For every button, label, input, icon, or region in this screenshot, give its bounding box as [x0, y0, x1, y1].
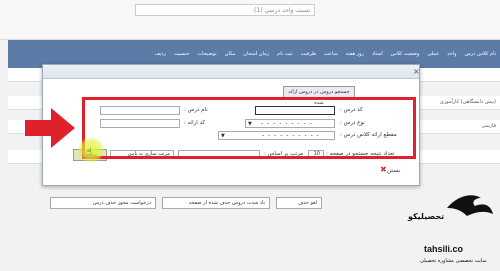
grid-header-cell: مکان — [224, 51, 236, 57]
logo-bird-icon — [447, 195, 493, 216]
grid-header-cell: استاد — [371, 51, 383, 57]
request-permission-button[interactable]: درخواست مجوز حذف درس — [50, 197, 156, 209]
grid-header-cell: عملی — [427, 51, 440, 57]
grid-header-cell: ثبت نام — [277, 51, 293, 57]
dialog-titlebar — [43, 65, 419, 79]
top-bar: نسبت واحد درسی (1) — [0, 0, 500, 40]
close-icon[interactable]: × — [413, 67, 420, 76]
arrow-right-icon — [25, 108, 75, 148]
grid-header-cell: وضعیت کلاس — [390, 51, 420, 57]
grid-header-cell: توضیحات — [197, 51, 217, 57]
brand-domain: tahsili.co — [424, 244, 464, 254]
close-button[interactable]: بستن✖ — [378, 165, 400, 174]
grid-header-cell: ساعت — [324, 51, 338, 57]
row-label: (بیش دانشگاهی) کارآموزی — [439, 99, 496, 105]
top-search-field[interactable]: نسبت واحد درسی (1) — [135, 4, 315, 16]
grid-header-cell: زمان امتحان — [243, 51, 270, 57]
grid-header-cell: ظرفیت — [300, 51, 317, 57]
cancel-delete-button[interactable]: لغو حذف — [276, 197, 322, 209]
grid-header-cell: ردیف — [154, 51, 166, 57]
grid-header-cell: واحد — [447, 51, 457, 57]
brand-tagline: سایت تخصصی مشاوره تحصیلی — [420, 258, 487, 264]
highlight-box — [82, 97, 416, 159]
hand-cursor-icon: ☝ — [86, 147, 93, 158]
brand-name: تحصیلیکو — [408, 212, 445, 221]
grid-header-cell: جنسیت — [173, 51, 190, 57]
remove-selected-button[interactable]: یاد شدت دروس حذف شده از صفحه — [162, 197, 270, 209]
close-icon: ✖ — [380, 165, 387, 174]
grid-header-cell: روز هفته — [345, 51, 364, 57]
grid-header-cell: نام کلاس درس — [464, 51, 496, 57]
row-label: فارسی — [481, 123, 496, 129]
